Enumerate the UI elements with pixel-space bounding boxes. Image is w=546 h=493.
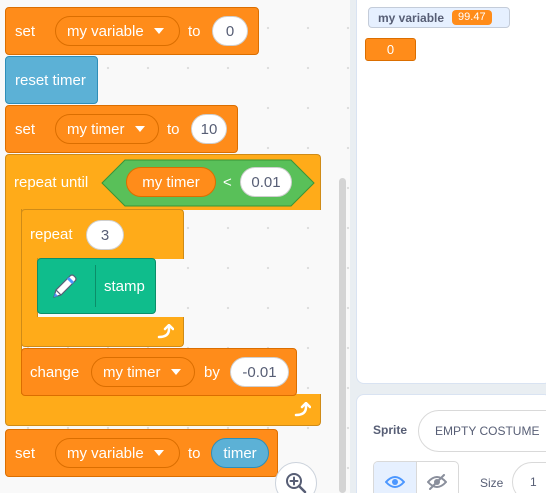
pen-icon <box>48 271 80 303</box>
change-timer-block[interactable]: change my timer by -0.01 <box>21 348 297 396</box>
monitor-label: my variable <box>378 10 445 25</box>
timer-reporter[interactable]: timer <box>211 438 269 468</box>
operator-symbol: < <box>223 174 232 191</box>
value-input[interactable]: -0.01 <box>230 357 289 387</box>
block-label: repeat <box>30 226 73 243</box>
block-label: to <box>188 23 201 40</box>
set-variable-block[interactable]: set my variable to 0 <box>5 7 259 55</box>
variable-monitor[interactable]: my variable 99.47 <box>368 7 510 28</box>
variable-dropdown[interactable]: my timer <box>91 357 195 387</box>
loop-arrow-icon <box>157 324 174 339</box>
repeat-until-arm <box>5 209 22 395</box>
variable-dropdown[interactable]: my variable <box>55 16 180 46</box>
value-input[interactable]: 0.01 <box>240 167 292 197</box>
block-label: stamp <box>104 278 145 295</box>
block-label: by <box>204 364 220 381</box>
value-input[interactable]: 3 <box>86 220 124 250</box>
block-label: change <box>30 364 80 381</box>
monitor-value: 99.47 <box>452 10 492 25</box>
repeat-footer <box>21 317 184 347</box>
zoom-in-icon <box>286 473 307 493</box>
set-variable-timer-block[interactable]: set my variable to timer <box>5 429 278 477</box>
script-workspace[interactable]: set my variable to 0 reset timer set my … <box>0 0 350 493</box>
block-label: repeat until <box>14 174 89 191</box>
chevron-down-icon <box>153 450 164 456</box>
size-input[interactable]: 1 <box>512 462 546 493</box>
block-label: set <box>15 445 36 462</box>
block-label: to <box>188 445 201 462</box>
reset-timer-block[interactable]: reset timer <box>5 56 98 104</box>
repeat-arm <box>21 258 38 318</box>
block-label: set <box>15 23 36 40</box>
block-label: set <box>15 121 36 138</box>
hide-button[interactable] <box>417 462 459 493</box>
size-label: Size <box>480 476 504 490</box>
chevron-down-icon <box>134 126 145 132</box>
zoom-in-button[interactable] <box>275 462 317 493</box>
block-label: to <box>167 121 180 138</box>
block-divider <box>95 265 96 307</box>
sprite-name-field[interactable]: EMPTY COSTUME <box>418 410 546 452</box>
loop-arrow-icon <box>294 402 311 417</box>
visibility-toggle-group <box>373 461 459 493</box>
value-input[interactable]: 10 <box>191 114 227 144</box>
my-timer-reporter[interactable]: my timer <box>126 167 216 197</box>
repeat-until-footer <box>5 394 321 426</box>
stamp-block[interactable]: stamp <box>37 258 156 314</box>
value-input[interactable]: 0 <box>212 16 248 46</box>
list-item[interactable]: 0 <box>365 38 416 61</box>
show-button[interactable] <box>374 462 417 493</box>
variable-dropdown[interactable]: my timer <box>55 114 159 144</box>
eye-icon <box>384 476 405 488</box>
repeat-until-block[interactable]: repeat until my timer < 0.01 <box>5 154 321 210</box>
vertical-scrollbar[interactable] <box>339 178 346 493</box>
chevron-down-icon <box>153 28 164 34</box>
eye-slash-icon <box>427 474 448 490</box>
repeat-block[interactable]: repeat 3 <box>21 209 184 259</box>
set-timer-block[interactable]: set my timer to 10 <box>5 105 238 153</box>
variable-dropdown[interactable]: my variable <box>55 438 180 468</box>
sprite-label: Sprite <box>373 423 408 437</box>
chevron-down-icon <box>170 369 181 375</box>
block-label: reset timer <box>15 72 86 89</box>
